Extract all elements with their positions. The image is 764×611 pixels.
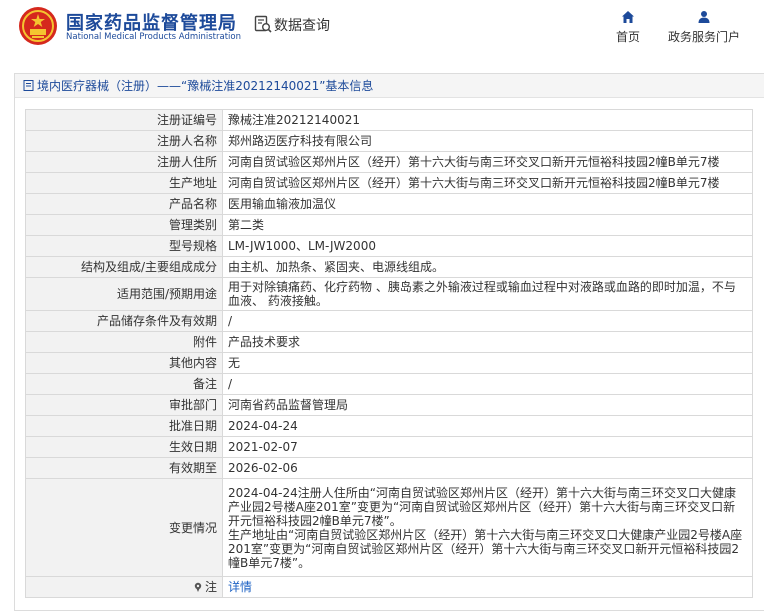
table-row: 适用范围/预期用途 用于对除镇痛药、化疗药物 、胰岛素之外输液过程或输血过程中对…: [25, 277, 753, 311]
home-icon: [622, 11, 634, 23]
registration-info-table: 注册证编号 豫械注准20212140021 注册人名称 郑州路迈医疗科技有限公司…: [25, 109, 753, 598]
field-label: 注册人名称: [25, 130, 223, 152]
detail-panel: 境内医疗器械（注册）——“豫械注准20212140021”基本信息 注册证编号 …: [14, 73, 764, 611]
table-row: 其他内容 无: [25, 352, 753, 374]
field-value: 用于对除镇痛药、化疗药物 、胰岛素之外输液过程或输血过程中对液路或血路的即时加温…: [222, 277, 753, 311]
field-label: 注册证编号: [25, 109, 223, 131]
table-row: 备注 /: [25, 373, 753, 395]
table-row: 批准日期 2024-04-24: [25, 415, 753, 437]
field-label: 生效日期: [25, 436, 223, 458]
field-value: /: [222, 373, 753, 395]
change-history-value: 2024-04-24注册人住所由“河南自贸试验区郑州片区（经开）第十六大街与南三…: [222, 478, 753, 577]
nav-home-label: 首页: [615, 30, 640, 44]
nav-home-link[interactable]: 首页: [608, 8, 648, 48]
data-query-icon: [254, 15, 272, 33]
data-query-label: 数据查询: [274, 18, 330, 34]
table-row: 产品储存条件及有效期 /: [25, 310, 753, 332]
table-row: 结构及组成/主要组成成分 由主机、加热条、紧固夹、电源线组成。: [25, 256, 753, 278]
field-value: 河南自贸试验区郑州片区（经开）第十六大街与南三环交叉口新开元恒裕科技园2幢B单元…: [222, 172, 753, 194]
field-label: 型号规格: [25, 235, 223, 257]
nav-portal-label: 政务服务门户: [667, 30, 740, 44]
national-emblem-icon[interactable]: [18, 6, 58, 46]
note-label-cell: 注: [25, 576, 223, 598]
table-row: 生效日期 2021-02-07: [25, 436, 753, 458]
table-row: 审批部门 河南省药品监督管理局: [25, 394, 753, 416]
document-icon: [23, 80, 34, 91]
details-link[interactable]: 详情: [228, 580, 252, 594]
table-row: 管理类别 第二类: [25, 214, 753, 236]
table-row: 注册证编号 豫械注准20212140021: [25, 109, 753, 131]
field-value: 豫械注准20212140021: [222, 109, 753, 131]
field-value: 2026-02-06: [222, 457, 753, 479]
site-header: 国家药品监督管理局 National Medical Products Admi…: [0, 0, 764, 62]
table-row: 变更情况 2024-04-24注册人住所由“河南自贸试验区郑州片区（经开）第十六…: [25, 478, 753, 577]
field-label: 审批部门: [25, 394, 223, 416]
field-value: 第二类: [222, 214, 753, 236]
field-value: /: [222, 310, 753, 332]
field-label: 备注: [25, 373, 223, 395]
field-value: 2024-04-24: [222, 415, 753, 437]
panel-title-bar: 境内医疗器械（注册）——“豫械注准20212140021”基本信息: [15, 74, 764, 98]
field-label: 产品储存条件及有效期: [25, 310, 223, 332]
table-row: 生产地址 河南自贸试验区郑州片区（经开）第十六大街与南三环交叉口新开元恒裕科技园…: [25, 172, 753, 194]
field-value: 医用输血输液加温仪: [222, 193, 753, 215]
field-value: 2021-02-07: [222, 436, 753, 458]
table-row: 附件 产品技术要求: [25, 331, 753, 353]
table-row: 注 详情: [25, 576, 753, 598]
field-value: 郑州路迈医疗科技有限公司: [222, 130, 753, 152]
field-label: 批准日期: [25, 415, 223, 437]
field-value: 河南省药品监督管理局: [222, 394, 753, 416]
field-label: 有效期至: [25, 457, 223, 479]
field-value: 由主机、加热条、紧固夹、电源线组成。: [222, 256, 753, 278]
pin-icon: [194, 582, 202, 592]
field-label: 附件: [25, 331, 223, 353]
table-row: 注册人住所 河南自贸试验区郑州片区（经开）第十六大街与南三环交叉口新开元恒裕科技…: [25, 151, 753, 173]
field-label: 注册人住所: [25, 151, 223, 173]
field-value: 无: [222, 352, 753, 374]
field-label: 结构及组成/主要组成成分: [25, 256, 223, 278]
field-value: 产品技术要求: [222, 331, 753, 353]
table-row: 注册人名称 郑州路迈医疗科技有限公司: [25, 130, 753, 152]
field-value-cell: 详情: [222, 576, 753, 598]
field-label: 管理类别: [25, 214, 223, 236]
field-label: 其他内容: [25, 352, 223, 374]
nav-portal-link[interactable]: 政务服务门户: [664, 8, 744, 48]
field-value: 河南自贸试验区郑州片区（经开）第十六大街与南三环交叉口新开元恒裕科技园2幢B单元…: [222, 151, 753, 173]
site-subtitle: National Medical Products Administration: [66, 32, 241, 42]
field-label: 适用范围/预期用途: [25, 277, 223, 311]
table-row: 产品名称 医用输血输液加温仪: [25, 193, 753, 215]
table-row: 型号规格 LM-JW1000、LM-JW2000: [25, 235, 753, 257]
table-row: 有效期至 2026-02-06: [25, 457, 753, 479]
field-value: LM-JW1000、LM-JW2000: [222, 235, 753, 257]
panel-title: 境内医疗器械（注册）——“豫械注准20212140021”基本信息: [37, 79, 374, 93]
field-label: 产品名称: [25, 193, 223, 215]
field-label: 注: [204, 580, 217, 594]
field-label: 变更情况: [25, 478, 223, 577]
field-label: 生产地址: [25, 172, 223, 194]
user-icon: [698, 11, 710, 23]
